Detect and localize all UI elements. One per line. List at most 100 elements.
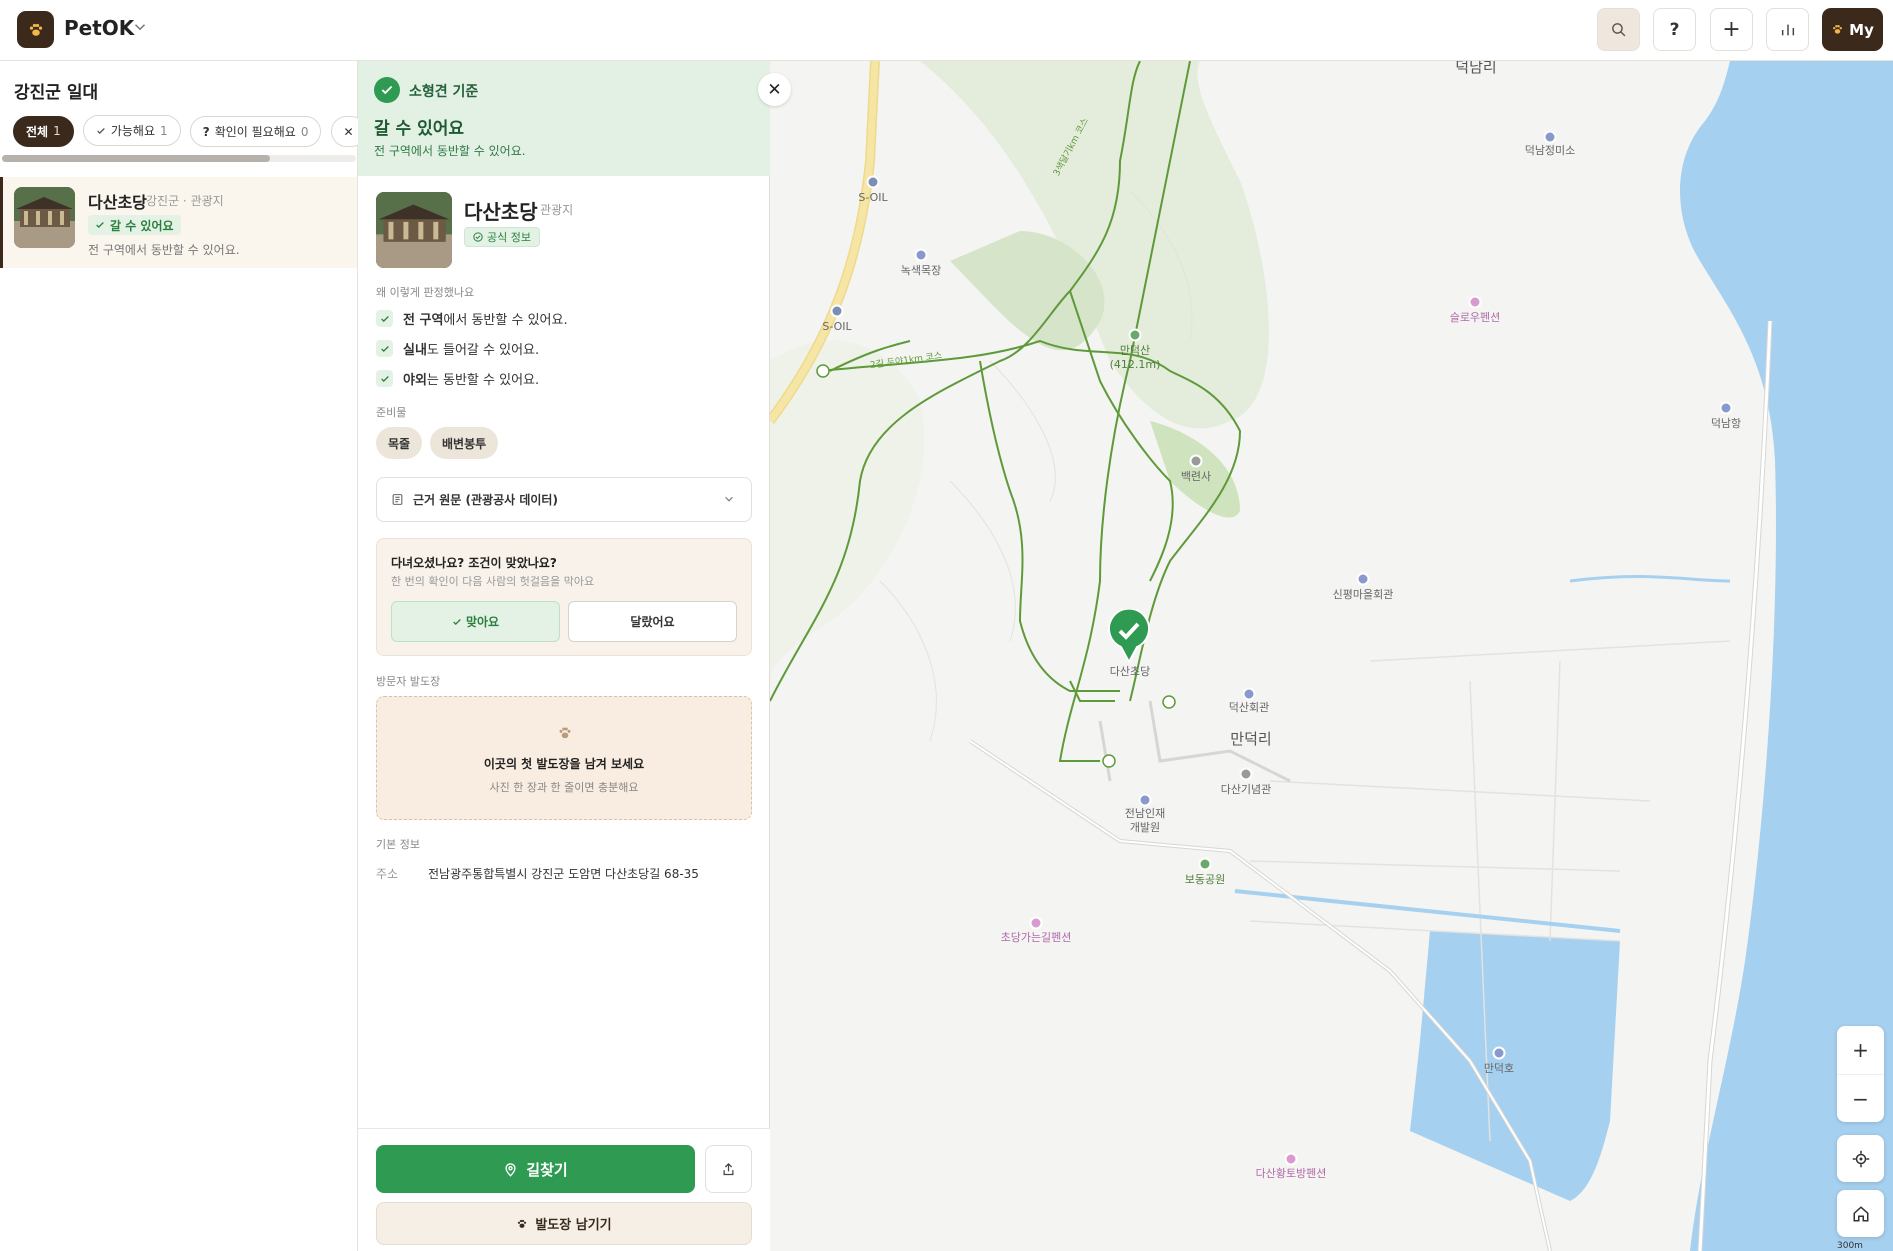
prep-chip: 목줄	[376, 427, 423, 459]
logo[interactable]	[17, 11, 54, 48]
help-button[interactable]: ?	[1653, 8, 1696, 51]
chevron-down-icon[interactable]	[131, 18, 149, 36]
region-title: 강진군 일대	[14, 83, 99, 103]
list-item[interactable]: 다산초당 강진군 · 관광지 갈 수 있어요 전 구역에서 동반할 수 있어요.	[0, 177, 357, 268]
zoom-out-button[interactable]: −	[1837, 1074, 1884, 1122]
bar-chart-icon	[1781, 24, 1794, 35]
basic-info-label: 기본 정보	[376, 838, 420, 851]
filter-label: 가능해요	[110, 124, 155, 138]
scrollbar-thumb[interactable]	[2, 155, 270, 162]
place-desc: 전 구역에서 동반할 수 있어요.	[88, 243, 240, 257]
search-icon	[1612, 23, 1626, 37]
locate-button[interactable]	[1837, 1135, 1884, 1182]
map-label: S-OIL	[858, 191, 888, 204]
confirm-title: 다녀오셨나요? 조건이 맞았나요?	[391, 556, 557, 570]
status-badge: 갈 수 있어요	[88, 215, 181, 235]
filter-count: 1	[53, 124, 61, 138]
paw-icon	[1833, 25, 1843, 34]
verdict-title: 갈 수 있어요	[374, 119, 465, 139]
map-label: 슬로우펜션	[1449, 311, 1501, 324]
poi-icon[interactable]	[1242, 687, 1256, 701]
leave-footprint-label: 발도장 남기기	[535, 1218, 612, 1233]
chevron-down-icon	[725, 496, 733, 502]
my-button[interactable]: My	[1822, 8, 1883, 51]
leave-footprint-button[interactable]: 발도장 남기기	[376, 1202, 752, 1245]
stats-button[interactable]	[1766, 8, 1809, 51]
app-name[interactable]: PetOK	[64, 16, 134, 40]
park-icon[interactable]	[1198, 857, 1212, 871]
reason-bold: 야외	[403, 373, 427, 388]
reason-item: 전 구역에서 동반할 수 있어요.	[376, 309, 568, 328]
port-icon[interactable]	[1719, 401, 1733, 415]
paw-icon	[559, 727, 571, 739]
reason-text: 도 들어갈 수 있어요.	[426, 343, 540, 358]
map-label: 전남인재	[1124, 807, 1166, 820]
lodging-icon[interactable]	[1468, 295, 1482, 309]
filter-chips: 전체 1 가능해요 1 ? 확인이 필요해요 0 ✕	[13, 115, 358, 147]
document-icon	[392, 494, 403, 505]
zoom-control: + −	[1837, 1026, 1884, 1122]
lodging-icon[interactable]	[1284, 1152, 1298, 1166]
visit-confirm-card: 다녀오셨나요? 조건이 맞았나요? 한 번의 확인이 다음 사람의 헛걸음을 막…	[376, 538, 752, 656]
share-button[interactable]	[705, 1145, 752, 1193]
x-icon: ✕	[343, 124, 354, 139]
memorial-icon[interactable]	[1239, 767, 1253, 781]
official-label: 공식 정보	[487, 231, 531, 244]
detail-panel: 소형견 기준 갈 수 있어요 전 구역에서 동반할 수 있어요. ✕ 다산초당 …	[358, 61, 791, 1251]
reasons-label: 왜 이렇게 판정했나요	[376, 286, 475, 299]
map-label: 만덕리	[1230, 730, 1272, 748]
map-label: 덕남항	[1710, 417, 1742, 430]
source-accordion[interactable]: 근거 원문 (관광공사 데이터)	[376, 477, 752, 522]
close-button[interactable]: ✕	[758, 73, 791, 106]
mountain-icon[interactable]	[1128, 328, 1142, 342]
poi-icon[interactable]	[1492, 1046, 1506, 1060]
map-label: 녹색목장	[900, 264, 942, 277]
place-photo[interactable]	[376, 192, 452, 268]
filter-count: 1	[160, 123, 168, 138]
confirm-no-button[interactable]: 달랐어요	[568, 601, 737, 642]
map-label: S-OIL	[822, 320, 852, 333]
map-view[interactable]: 덕남리 덕남정미소 S-OIL S-OIL 녹색목장 만덕산 (412.1m) …	[770, 61, 1893, 1251]
verdict-subtitle: 전 구역에서 동반할 수 있어요.	[374, 144, 526, 158]
filter-allowed[interactable]: 가능해요 1	[82, 115, 181, 146]
map-label: 다산황토방펜션	[1255, 1167, 1327, 1180]
check-icon	[376, 370, 393, 387]
poi-icon[interactable]	[1138, 793, 1152, 807]
map-base[interactable]	[770, 61, 1893, 1251]
gas-station-icon[interactable]	[830, 304, 844, 318]
home-button[interactable]	[1837, 1190, 1884, 1237]
filter-not-allowed[interactable]: ✕	[330, 116, 358, 147]
results-sidebar: 강진군 일대 전체 1 가능해요 1 ? 확인이 필요해요 0 ✕ 다산초당 강진군 ·…	[0, 61, 358, 1251]
panel-footer: 길찾기 발도장 남기기	[358, 1128, 770, 1251]
temple-icon[interactable]	[1189, 454, 1203, 468]
reason-text: 는 동반할 수 있어요.	[426, 373, 540, 388]
selected-place-marker[interactable]	[1107, 609, 1151, 663]
zoom-in-button[interactable]: +	[1837, 1026, 1884, 1074]
place-type: 관광지	[540, 203, 574, 217]
add-button[interactable]: +	[1710, 8, 1753, 51]
directions-button[interactable]: 길찾기	[376, 1145, 695, 1193]
place-meta: 강진군 · 관광지	[146, 194, 224, 208]
filter-needs-check[interactable]: ? 확인이 필요해요 0	[189, 116, 322, 147]
check-icon	[97, 127, 105, 134]
footprint-title: 이곳의 첫 발도장을 남겨 보세요	[483, 757, 645, 771]
filter-all[interactable]: 전체 1	[13, 115, 74, 147]
search-button[interactable]	[1597, 8, 1640, 51]
lodging-icon[interactable]	[1029, 916, 1043, 930]
official-badge: 공식 정보	[464, 227, 540, 247]
poi-icon[interactable]	[914, 248, 928, 262]
filter-label: 전체	[26, 124, 49, 139]
source-label: 근거 원문 (관광공사 데이터)	[413, 493, 558, 507]
map-label: 다산초당	[1109, 665, 1151, 678]
chips-scrollbar[interactable]	[2, 155, 356, 162]
footprint-subtitle: 사진 한 장과 한 줄이면 충분해요	[489, 781, 639, 794]
gas-station-icon[interactable]	[866, 175, 880, 189]
footprint-empty-card[interactable]: 이곳의 첫 발도장을 남겨 보세요 사진 한 장과 한 줄이면 충분해요	[376, 696, 752, 820]
poi-icon[interactable]	[1543, 130, 1557, 144]
check-circle-icon	[473, 232, 483, 242]
map-label: 덕남정미소	[1524, 144, 1576, 157]
map-label: 보동공원	[1184, 873, 1226, 886]
map-label: 덕남리	[1455, 61, 1497, 76]
confirm-yes-button[interactable]: 맞아요	[391, 601, 560, 642]
poi-icon[interactable]	[1356, 572, 1370, 586]
